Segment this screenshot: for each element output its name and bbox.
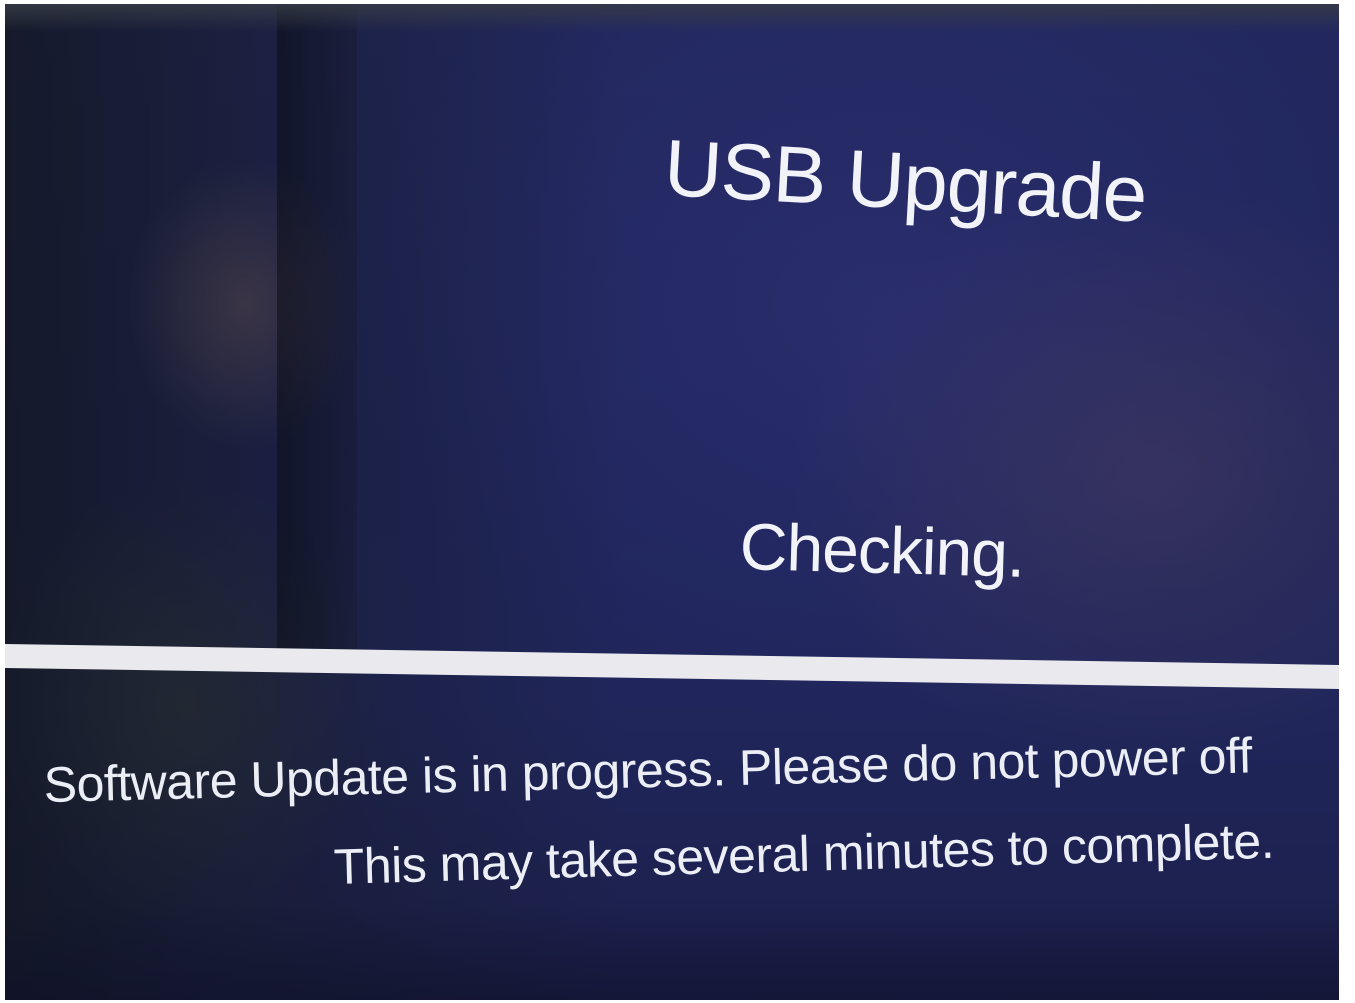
tv-screen: USB Upgrade Checking. Software Update is… xyxy=(5,4,1339,1000)
screen-top-edge xyxy=(5,4,1339,32)
reflection-shadow xyxy=(277,4,357,664)
upgrade-status: Checking. xyxy=(738,508,1026,591)
screen-bottom-shade xyxy=(5,904,1339,1000)
